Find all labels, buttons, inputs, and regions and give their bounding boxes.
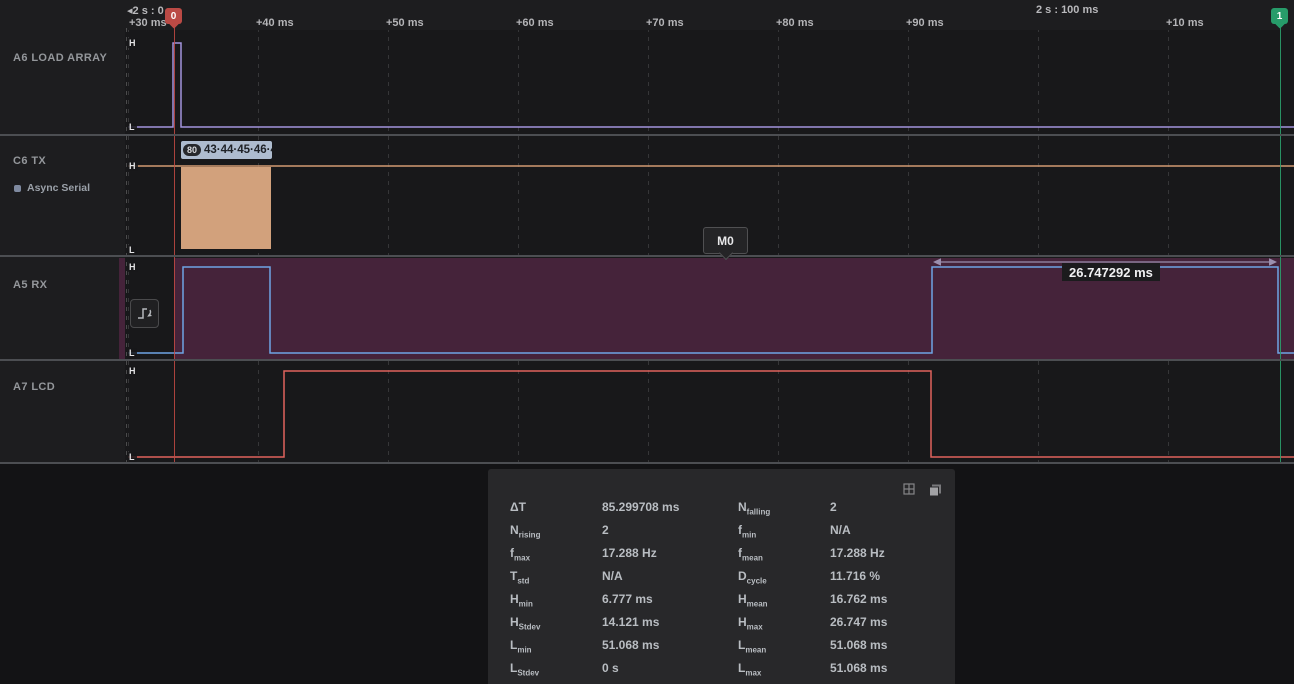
gridline [518, 28, 519, 464]
timing-marker-1-label: 1 [1277, 11, 1283, 22]
serial-data-annotation[interactable]: 80 43·44·45·46·4 [181, 141, 272, 159]
measurement-value-label[interactable]: 26.747292 ms [1062, 263, 1160, 281]
channel-label-column [0, 30, 125, 464]
channel-label-a6-load-array[interactable]: A6 LOAD ARRAY [13, 52, 107, 64]
level-chip-low: L [127, 348, 137, 358]
tick-label: +80 ms [776, 17, 814, 29]
analyzer-item-async-serial[interactable]: Async Serial [14, 182, 90, 194]
timing-marker-1-line [1280, 26, 1281, 464]
level-chip-high: H [127, 262, 138, 272]
measurement-row: Lmin51.068 ms [510, 633, 679, 656]
gridline [258, 28, 259, 464]
tick-label: +70 ms [646, 17, 684, 29]
measurement-row: fminN/A [738, 518, 887, 541]
tick-label: +60 ms [516, 17, 554, 29]
gridline [388, 28, 389, 464]
gridline [648, 28, 649, 464]
timing-marker-0-label: 0 [171, 11, 177, 22]
channel-separator[interactable] [0, 134, 1294, 136]
channel-separator[interactable] [0, 255, 1294, 257]
channel-label-a7-lcd[interactable]: A7 LCD [13, 381, 55, 393]
measurement-marker-m0[interactable]: M0 [703, 227, 748, 254]
trigger-button[interactable] [130, 299, 159, 328]
timing-marker-0-line [174, 26, 175, 464]
measurement-table-right: Nfalling2 fminN/A fmean17.288 Hz Dcycle1… [738, 495, 887, 679]
analyzer-bullet-icon [14, 185, 21, 192]
measurement-row: fmax17.288 Hz [510, 541, 679, 564]
trigger-icon [135, 304, 154, 323]
measurement-row: Nfalling2 [738, 495, 887, 518]
gridline [908, 28, 909, 464]
measurement-row: Dcycle11.716 % [738, 564, 887, 587]
annotation-bytes-text: 43·44·45·46·4 [204, 144, 272, 156]
tick-label: +10 ms [1166, 17, 1204, 29]
level-chip-low: L [127, 122, 137, 132]
measurement-row: ΔT85.299708 ms [510, 495, 679, 518]
annotation-framing-badge: 80 [183, 144, 201, 156]
measurement-row: HStdev14.121 ms [510, 610, 679, 633]
channel-separator[interactable] [0, 462, 1294, 464]
channel-label-a5-rx[interactable]: A5 RX [13, 279, 47, 291]
measurement-marker-m0-label: M0 [717, 234, 734, 248]
level-chip-low: L [127, 245, 137, 255]
measurement-row: fmean17.288 Hz [738, 541, 887, 564]
measurement-row: Lmean51.068 ms [738, 633, 887, 656]
grid-icon[interactable] [903, 483, 916, 496]
tick-label: +40 ms [256, 17, 294, 29]
timeline-absolute-label-right: 2 s : 100 ms [1036, 4, 1098, 16]
channel-separator[interactable] [0, 359, 1294, 361]
tick-label: +50 ms [386, 17, 424, 29]
tick-label: +30 ms [129, 17, 167, 29]
gridline [778, 28, 779, 464]
measurement-row: Lmax51.068 ms [738, 656, 887, 679]
measurement-panel: ΔT85.299708 ms Nrising2 fmax17.288 Hz Ts… [488, 469, 955, 684]
tick-label: +90 ms [906, 17, 944, 29]
measurement-row: Hmax26.747 ms [738, 610, 887, 633]
measurement-row: Hmean16.762 ms [738, 587, 887, 610]
logic-analyzer-app: ◂2 s : 0 m 2 s : 100 ms +30 ms +40 ms +5… [0, 0, 1294, 684]
timeline-ruler[interactable]: ◂2 s : 0 m 2 s : 100 ms +30 ms +40 ms +5… [0, 0, 1294, 30]
measurement-row: Nrising2 [510, 518, 679, 541]
level-chip-low: L [127, 452, 137, 462]
gridline [1038, 28, 1039, 464]
analyzer-name: Async Serial [27, 182, 90, 194]
level-chip-high: H [127, 161, 138, 171]
measurement-row: TstdN/A [510, 564, 679, 587]
channel-label-c6-tx[interactable]: C6 TX [13, 155, 46, 167]
level-chip-high: H [127, 366, 138, 376]
level-chip-high: H [127, 38, 138, 48]
gridline [1168, 28, 1169, 464]
timing-marker-1[interactable]: 1 [1271, 8, 1288, 24]
measurement-row: Hmin6.777 ms [510, 587, 679, 610]
measurement-row: LStdev0 s [510, 656, 679, 679]
copy-icon[interactable] [928, 483, 943, 498]
timing-marker-0[interactable]: 0 [165, 8, 182, 24]
measurement-table-left: ΔT85.299708 ms Nrising2 fmax17.288 Hz Ts… [510, 495, 679, 679]
